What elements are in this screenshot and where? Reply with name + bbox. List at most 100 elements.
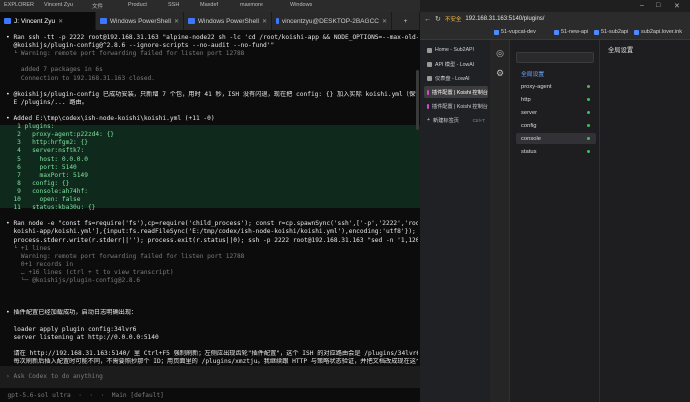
page-title: 全局设置: [608, 47, 634, 54]
terminal-line: • Ran ssh -tt -p 2222 root@192.168.31.16…: [6, 34, 418, 41]
plugin-label: config: [521, 122, 537, 129]
terminal-line: process.stderr.write(r.stderr||''); proc…: [6, 236, 418, 244]
prompt-input[interactable]: › Ask Codex to do anything: [0, 366, 420, 388]
plugin-item[interactable]: 全局设置: [516, 68, 596, 79]
plugin-item[interactable]: console: [516, 133, 596, 144]
terminal-line: └─ @koishijs/plugin-config@2.8.6: [6, 277, 141, 284]
terminal-line: 请在 http://192.168.31.163:5140/ 里 Ctrl+F5…: [6, 349, 418, 357]
new-tab-button[interactable]: + 新建标签页 Ctrl+T: [424, 114, 488, 126]
terminal-line: @koishijs/plugin-config@^2.8.6 --ignore-…: [6, 42, 275, 50]
maximize-icon[interactable]: □: [656, 2, 660, 9]
plugin-sidebar: 全局设置 proxy-agent http server config console st…: [510, 40, 600, 402]
plus-icon: +: [427, 117, 431, 123]
vtab-label: 仪表盘 - LowAI: [435, 75, 470, 82]
new-tab-button[interactable]: +: [392, 12, 420, 30]
terminal-line: └ +1 lines: [6, 244, 51, 252]
mini-title[interactable]: Maxdef: [200, 2, 218, 8]
close-icon[interactable]: ✕: [58, 18, 63, 25]
terminal-line: 10 open: false: [6, 196, 81, 203]
address-bar[interactable]: ← ↻ 不安全 192.168.31.163:5140/plugins/: [420, 12, 690, 26]
powershell-icon: [100, 18, 107, 24]
tab-powershell[interactable]: Windows PowerShell ✕: [96, 12, 184, 30]
terminal-line: loader apply plugin config:34lvr6: [6, 325, 137, 333]
browser-titlebar: – □ ✕: [420, 0, 690, 12]
mini-title[interactable]: maxmore: [240, 2, 263, 8]
status-dot-icon: [587, 150, 590, 153]
plugin-item[interactable]: proxy-agent: [516, 81, 596, 92]
plugin-item[interactable]: http: [516, 94, 596, 105]
status-dot-icon: [587, 98, 590, 101]
terminal-line: 9 console:ah74hf:: [6, 187, 88, 195]
vtab-label: Home - Sub2API: [435, 47, 474, 53]
status-bar: gpt-5.6-sol ultra · · · Main [default]: [0, 390, 420, 402]
vtab[interactable]: 仪表盘 - LowAI: [424, 72, 488, 84]
terminal-line: 6 port: 5140: [6, 163, 77, 171]
bookmark[interactable]: 51-new-api: [554, 29, 588, 35]
bookmark[interactable]: 51-sub2api: [594, 29, 628, 35]
plugin-search-input[interactable]: [516, 52, 594, 63]
new-tab-label: 新建标签页: [433, 117, 459, 124]
mini-title[interactable]: Product: [128, 2, 147, 8]
terminal-line: 2 proxy-agent:p22zd4: {}: [6, 131, 115, 139]
plugin-item[interactable]: server: [516, 107, 596, 118]
terminal-line: … +16 lines (ctrl + t to view transcript…: [6, 268, 174, 276]
gear-icon[interactable]: ⚙: [495, 68, 505, 78]
top-strip: EXPLORER Vincent Zyu 文件 Product SSH Maxd…: [0, 0, 420, 12]
security-indicator[interactable]: 不安全: [445, 15, 462, 23]
reload-icon[interactable]: ↻: [435, 15, 441, 23]
terminal-line: Warning: remote port forwarding failed f…: [6, 252, 245, 260]
bookmark-label: sub2api.lover.ink: [641, 29, 682, 35]
url-text[interactable]: 192.168.31.163:5140/plugins/: [465, 16, 544, 22]
vtab[interactable]: 插件配置 | Koishi 控制台: [424, 100, 488, 112]
close-icon[interactable]: ✕: [174, 18, 179, 25]
mini-title[interactable]: 文件: [92, 2, 103, 10]
scrollbar[interactable]: [416, 70, 419, 130]
terminal-line: server listening at http://0.0.0.0:5140: [6, 333, 159, 341]
status-dot-icon: [587, 137, 590, 140]
status-dot-icon: [587, 111, 590, 114]
vtab-label: 插件配置 | Koishi 控制台: [431, 89, 488, 96]
powershell-icon: [188, 18, 195, 24]
plugin-label: proxy-agent: [521, 83, 552, 90]
dashboard-icon[interactable]: ◎: [495, 48, 505, 58]
favicon-icon: [427, 61, 432, 67]
close-icon[interactable]: ✕: [674, 2, 680, 10]
plugin-item[interactable]: status: [516, 146, 596, 157]
tab-label: Windows PowerShell: [197, 17, 259, 25]
vtab-label: 插件配置 | Koishi 控制台: [431, 103, 488, 110]
plugin-label: 全局设置: [521, 72, 545, 78]
terminal-icon: [4, 18, 11, 24]
terminal-line: • @koishijs/plugin-config 已成功安装，只新增 7 个包…: [6, 90, 418, 98]
terminal-body[interactable]: • Ran ssh -tt -p 2222 root@192.168.31.16…: [0, 30, 420, 402]
plus-icon: +: [403, 17, 408, 25]
terminal-line: added 7 packages in 6s: [6, 66, 103, 74]
close-icon[interactable]: ✕: [382, 18, 387, 25]
bookmark[interactable]: sub2api.lover.ink: [634, 29, 682, 35]
vtab-active[interactable]: 插件配置 | Koishi 控制台: [424, 86, 488, 98]
mini-title[interactable]: Windows: [290, 2, 312, 8]
vertical-tabs: Home - Sub2API API 模型 - LowAI 仪表盘 - LowA…: [420, 40, 490, 402]
status-dot-icon: [587, 85, 590, 88]
favicon-icon: [427, 47, 432, 53]
tab-vincent-zyu[interactable]: J: Vincent Zyu ✕: [0, 12, 96, 30]
browser-window: – □ ✕ ← ↻ 不安全 192.168.31.163:5140/plugin…: [420, 0, 690, 402]
koishi-icon: [427, 89, 429, 95]
terminal-line: 每次刷新后插入配置时可能不同，不需要照抄那个 ID；用页面里的 /plugins…: [6, 358, 418, 365]
tab-label: vincentzyu@DESKTOP-2BAGCC: [281, 17, 379, 25]
vtab[interactable]: Home - Sub2API: [424, 44, 488, 56]
close-icon[interactable]: ✕: [262, 18, 267, 25]
tab-powershell-2[interactable]: Windows PowerShell ✕: [184, 12, 272, 30]
favicon-icon: [427, 75, 432, 81]
terminal-line: 1 plugins:: [6, 123, 55, 131]
vtab[interactable]: API 模型 - LowAI: [424, 58, 488, 70]
shortcut-hint: Ctrl+T: [472, 117, 485, 123]
bookmark[interactable]: 51-vupcat-dev: [494, 29, 536, 35]
plugin-item[interactable]: config: [516, 120, 596, 131]
terminal-line: 7 maxPort: 5149: [6, 171, 88, 179]
koishi-icon: [427, 103, 429, 109]
minimize-icon[interactable]: –: [640, 2, 644, 9]
mini-title[interactable]: Vincent Zyu: [44, 2, 73, 8]
tab-ssh-desktop[interactable]: vincentzyu@DESKTOP-2BAGCC ✕: [272, 12, 392, 30]
mini-title[interactable]: SSH: [168, 2, 179, 8]
back-icon[interactable]: ←: [424, 16, 431, 23]
